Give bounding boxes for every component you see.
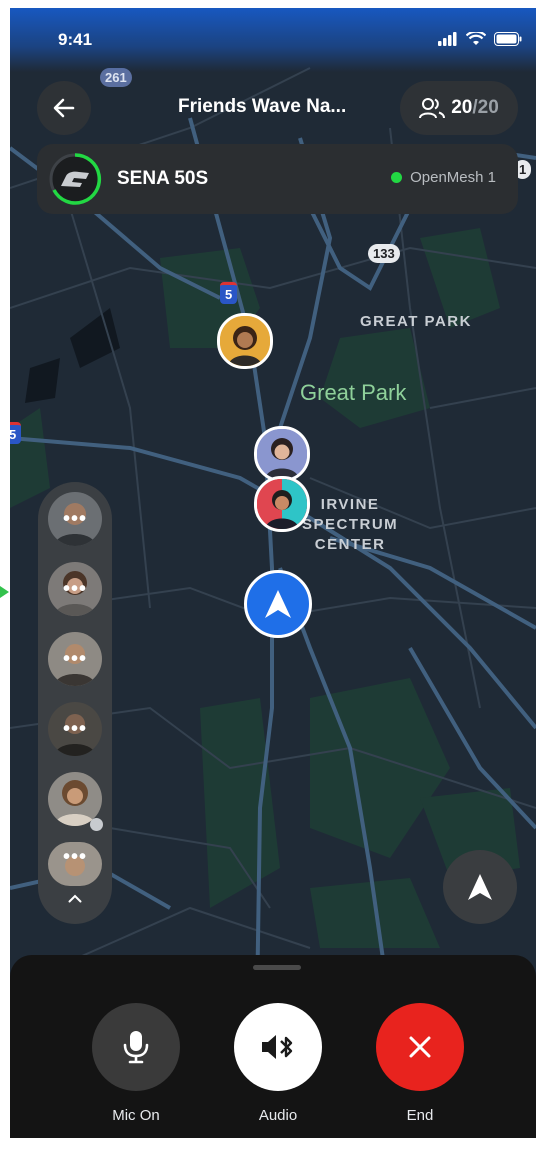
participant-item-6[interactable]: •••	[48, 842, 102, 886]
map-label-irvine-line2: SPECTRUM	[302, 516, 399, 533]
recenter-button[interactable]	[443, 850, 517, 924]
navigation-arrow-icon	[265, 590, 291, 618]
chevron-up-icon	[68, 894, 82, 902]
participant-2-more: •••	[62, 577, 87, 600]
status-time: 9:41	[58, 30, 93, 49]
mesh-label: OpenMesh 1	[410, 169, 496, 186]
rider-2-photo	[257, 429, 307, 479]
edge-indicator-arrow	[0, 586, 9, 598]
members-current: 20	[451, 97, 473, 118]
mic-control: Mic On	[92, 1003, 180, 1124]
participant-item-3[interactable]: •••	[48, 632, 102, 686]
map-label-irvine-line1: IRVINE	[320, 496, 380, 513]
participant-6-more: •••	[62, 845, 87, 868]
members-count-button[interactable]: 20/20	[400, 81, 518, 135]
bottom-control-sheet: Mic On Audio End	[10, 955, 536, 1138]
map-label-irvine-line3: CENTER	[314, 536, 386, 553]
group-icon	[419, 98, 446, 119]
audio-button[interactable]	[234, 1003, 322, 1091]
audio-label: Audio	[258, 1107, 298, 1124]
participant-item-1[interactable]: •••	[48, 492, 102, 546]
mic-toggle-button[interactable]	[92, 1003, 180, 1091]
mic-label: Mic On	[112, 1107, 160, 1124]
participant-1-more: •••	[62, 507, 87, 530]
route-shield-5-edge: 5	[10, 422, 22, 444]
map-avatar-rider-2[interactable]	[254, 426, 310, 482]
map-avatar-rider-3[interactable]	[254, 476, 310, 532]
device-name: SENA 50S	[117, 168, 209, 189]
app-screen: GREAT PARK Great Park IRVINE SPECTRUM CE…	[10, 8, 536, 1138]
status-bar: 9:41	[10, 8, 536, 72]
wifi-icon	[466, 32, 486, 45]
participant-item-2[interactable]: •••	[48, 562, 102, 616]
my-location-marker	[244, 570, 312, 638]
participant-5-status-dot	[90, 818, 103, 831]
status-icons	[438, 32, 522, 46]
device-card[interactable]: SENA 50S OpenMesh 1	[37, 144, 518, 214]
cellular-signal-icon	[438, 32, 457, 46]
map-avatar-rider-1[interactable]	[217, 313, 273, 369]
participant-item-4[interactable]: •••	[48, 702, 102, 756]
microphone-icon	[123, 1031, 149, 1064]
close-icon	[409, 1036, 431, 1058]
map-label-irvine-spectrum: IRVINE SPECTRUM CENTER	[302, 495, 398, 555]
mesh-status-dot	[391, 172, 403, 183]
device-logo-icon	[49, 153, 102, 205]
navigation-arrow-icon	[468, 874, 492, 900]
sheet-drag-handle[interactable]	[253, 965, 301, 970]
arrow-left-icon	[53, 98, 75, 118]
end-control: End	[376, 1003, 464, 1124]
battery-icon	[494, 32, 522, 46]
speaker-bluetooth-icon	[262, 1035, 293, 1059]
page-title: Friends Wave Na...	[178, 96, 347, 117]
end-button[interactable]	[376, 1003, 464, 1091]
end-label: End	[406, 1107, 434, 1124]
audio-control: Audio	[234, 1003, 322, 1124]
members-total: /20	[472, 97, 499, 118]
map-label-great-park: GREAT PARK	[360, 313, 472, 330]
collapse-participants-button[interactable]	[60, 886, 90, 910]
back-button[interactable]	[37, 81, 91, 135]
rider-3-photo	[257, 479, 307, 529]
rider-1-photo	[220, 316, 270, 366]
participant-3-more: •••	[62, 647, 87, 670]
mesh-status: OpenMesh 1	[391, 169, 496, 186]
route-shield-5: 5	[220, 282, 238, 304]
route-shield-133: 133	[368, 244, 400, 263]
participant-list[interactable]: ••• ••• ••• ••• •••	[38, 482, 112, 924]
participant-4-more: •••	[62, 717, 87, 740]
map-label-great-park-area: Great Park	[300, 380, 407, 405]
